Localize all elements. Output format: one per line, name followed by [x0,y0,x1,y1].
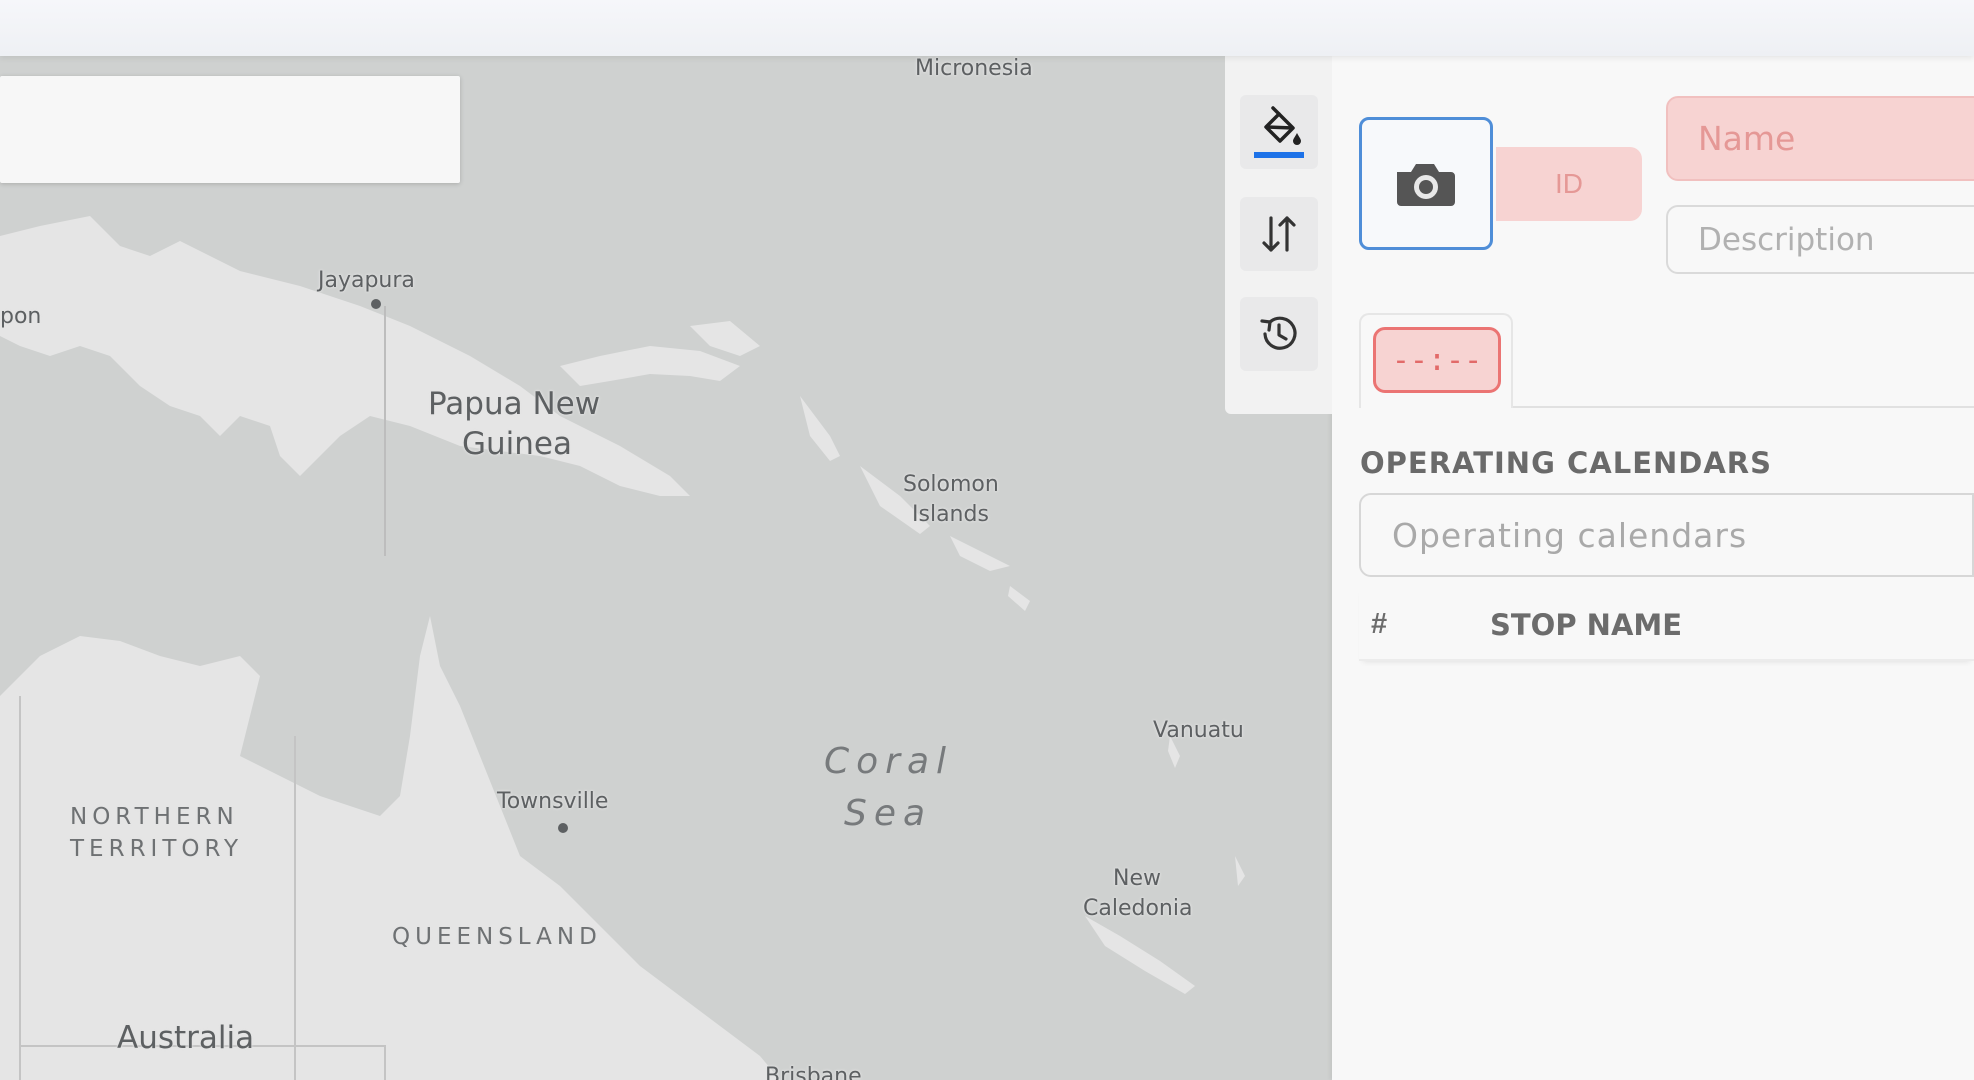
map-label-new: New [1113,866,1161,891]
description-field[interactable]: Description [1666,205,1974,274]
column-header-stop-name[interactable]: STOP NAME [1490,608,1682,642]
column-header-index: # [1371,608,1388,640]
top-bar [0,0,1974,56]
map-label-northern: NORTHERN [70,804,239,830]
operating-calendars-input[interactable]: Operating calendars [1359,493,1974,577]
paint-bucket-icon [1254,106,1304,158]
map-label-sea: Sea [844,793,933,834]
map-label-solomon: Solomon [903,472,999,497]
map-label-guinea: Guinea [462,426,572,462]
map-view[interactable]: Micronesia Jayapura pon Papua New Guinea… [0,56,1332,1080]
map-label-australia: Australia [117,1020,255,1056]
map-search-box[interactable] [0,76,460,183]
map-label-papua-new: Papua New [428,386,601,422]
map-label-queensland: QUEENSLAND [392,924,602,950]
upload-photo-button[interactable] [1359,117,1493,250]
time-input[interactable]: --:-- [1373,327,1501,393]
map-label-pon: pon [0,304,42,329]
time-tab[interactable]: --:-- [1359,313,1513,408]
map-label-brisbane: Brisbane [765,1064,862,1080]
map-label-micronesia: Micronesia [915,56,1033,81]
map-label-jayapura: Jayapura [318,268,415,293]
map-label-territory: TERRITORY [70,836,244,862]
history-button[interactable] [1240,297,1318,371]
sort-button[interactable] [1240,197,1318,271]
sort-arrows-icon [1262,216,1296,252]
stop-detail-panel: ID Name Description --:-- OPERATING CALE… [1332,56,1974,1080]
map-label-vanuatu: Vanuatu [1153,718,1244,743]
map-label-townsville: Townsville [497,789,609,814]
map-label-coral: Coral [824,741,954,782]
paint-style-button[interactable] [1240,95,1318,169]
time-tabs: --:-- [1359,313,1974,408]
name-field[interactable]: Name [1666,96,1974,181]
history-icon [1260,316,1297,350]
map-landmass [0,216,1245,1080]
camera-icon [1397,163,1455,206]
stops-table-header: # STOP NAME [1359,586,1974,661]
operating-calendars-title: OPERATING CALENDARS [1360,446,1773,480]
map-toolbar [1225,56,1332,414]
map-label-islands: Islands [912,502,989,527]
map-label-caledonia: Caledonia [1083,896,1193,921]
id-field[interactable]: ID [1496,147,1642,221]
